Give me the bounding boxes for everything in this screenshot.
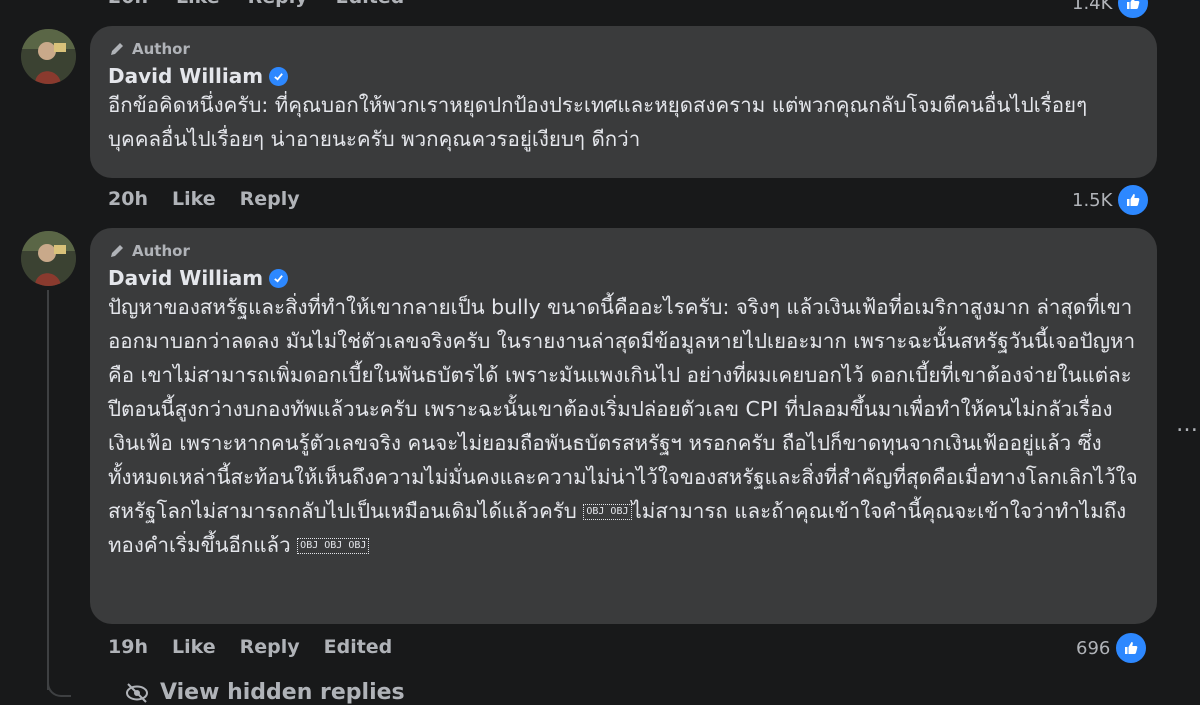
avatar[interactable] <box>21 231 76 286</box>
comment-actions: 19h Like Reply Edited <box>108 636 392 658</box>
comment-text-main: ปัญหาของสหรัฐและสิ่งที่ทำให้เขากลายเป็น … <box>108 295 1138 523</box>
previous-reaction-count[interactable]: 1.4K <box>1072 0 1151 20</box>
comment-bubble: Author David William อีกข้อคิดหนึ่งครับ:… <box>90 26 1157 178</box>
like-button[interactable]: Like <box>172 188 216 210</box>
view-hidden-replies-label: View hidden replies <box>160 680 405 705</box>
avatar[interactable] <box>21 29 76 84</box>
author-label: Author <box>132 242 190 260</box>
reaction-count: 1.5K <box>1072 189 1113 211</box>
thread-line <box>47 290 49 690</box>
timestamp[interactable]: 20h <box>108 188 148 210</box>
timestamp[interactable]: 20h <box>108 0 148 10</box>
edited-label[interactable]: Edited <box>324 636 393 658</box>
comment-bubble: Author David William ปัญหาของสหรัฐและสิ่… <box>90 228 1157 624</box>
reply-button[interactable]: Reply <box>248 0 308 10</box>
like-button[interactable]: Like <box>172 636 216 658</box>
like-reaction-icon <box>1116 183 1151 217</box>
commenter-name[interactable]: David William <box>108 64 263 88</box>
reaction-summary[interactable]: 696 <box>1076 631 1149 665</box>
comment-actions: 20h Like Reply <box>108 188 300 210</box>
author-badge: Author <box>108 240 1139 262</box>
pencil-icon <box>111 245 123 257</box>
view-hidden-replies-button[interactable]: View hidden replies <box>124 680 405 705</box>
comment-text: อีกข้อคิดหนึ่งครับ: ที่คุณบอกให้พวกเราหย… <box>108 93 1088 151</box>
reply-button[interactable]: Reply <box>240 636 300 658</box>
eye-slash-icon <box>126 682 148 703</box>
emoji-placeholder: OBJ OBJ OBJ <box>297 538 370 554</box>
timestamp[interactable]: 19h <box>108 636 148 658</box>
verified-badge-icon <box>269 268 289 288</box>
thread-connector <box>47 660 71 697</box>
pencil-icon <box>111 43 123 55</box>
commenter-name[interactable]: David William <box>108 266 263 290</box>
author-badge: Author <box>108 38 1139 60</box>
like-reaction-icon <box>1116 0 1151 20</box>
more-options-icon[interactable]: … <box>1176 412 1199 437</box>
edited-label[interactable]: Edited <box>336 0 405 10</box>
reaction-count: 696 <box>1076 637 1111 659</box>
reaction-count: 1.4K <box>1072 0 1113 14</box>
verified-badge-icon <box>269 66 289 86</box>
previous-comment-actions: 20h Like Reply Edited <box>108 0 404 10</box>
like-reaction-icon <box>1114 631 1149 665</box>
comment-text: ปัญหาของสหรัฐและสิ่งที่ทำให้เขากลายเป็น … <box>108 290 1139 562</box>
author-label: Author <box>132 40 190 58</box>
reaction-summary[interactable]: 1.5K <box>1072 183 1151 217</box>
emoji-placeholder: OBJ OBJ <box>583 504 632 520</box>
like-button[interactable]: Like <box>176 0 220 10</box>
reply-button[interactable]: Reply <box>240 188 300 210</box>
